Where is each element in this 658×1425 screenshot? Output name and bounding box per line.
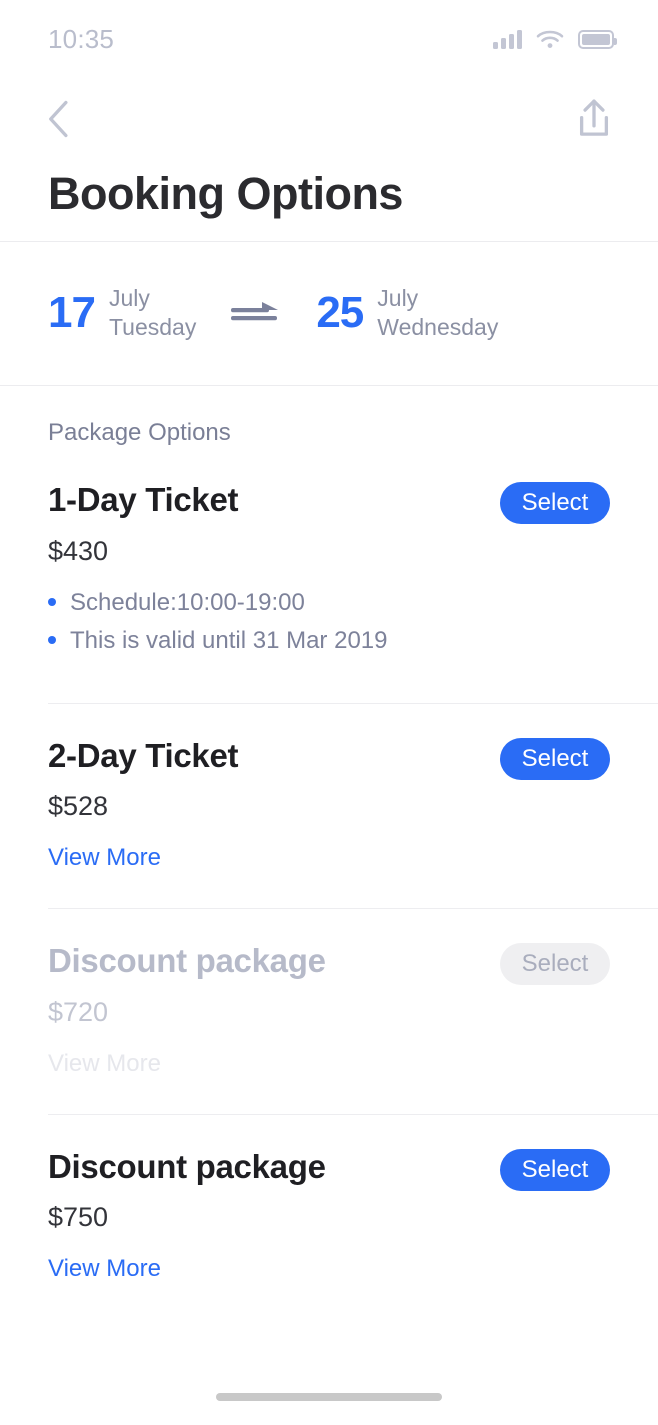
bullet-dot-icon: [48, 597, 56, 606]
select-button[interactable]: Select: [500, 482, 610, 524]
divider-under-dates: [0, 385, 658, 386]
package-list: 1-Day Ticket $430 Select Schedule:10:00-…: [0, 462, 658, 1283]
package-header: 2-Day Ticket $528 Select: [48, 736, 658, 823]
date-separator: [196, 300, 316, 326]
package-detail-bullet: This is valid until 31 Mar 2019: [48, 627, 658, 655]
status-bar: 10:35: [0, 0, 658, 78]
select-button[interactable]: Select: [500, 737, 610, 780]
package-title: 1-Day Ticket: [48, 481, 239, 518]
view-more-link[interactable]: View More: [48, 844, 161, 872]
package-options-label: Package Options: [48, 419, 231, 446]
package-detail-text: This is valid until 31 Mar 2019: [70, 626, 388, 654]
package-detail-text: Schedule:10:00-19:00: [70, 588, 305, 616]
package-header: Discount package $750 Select: [48, 1147, 658, 1234]
start-date-meta: July Tuesday: [109, 284, 196, 341]
package-details: Schedule:10:00-19:00 This is valid until…: [48, 589, 658, 655]
package-item[interactable]: 1-Day Ticket $430 Select Schedule:10:00-…: [0, 462, 658, 703]
bullet-dot-icon: [48, 635, 56, 644]
view-more-link[interactable]: View More: [48, 1255, 161, 1283]
package-price: $720: [48, 996, 109, 1027]
chevron-left-icon: [49, 100, 68, 138]
nav-bar: [0, 78, 658, 160]
package-header: Discount package $720 Select: [48, 941, 658, 1028]
view-more-link: View More: [48, 1049, 161, 1077]
package-price: $528: [48, 791, 109, 822]
arrow-right-icon: [231, 302, 279, 321]
status-icons: [493, 29, 617, 49]
package-detail-bullet: Schedule:10:00-19:00: [48, 589, 658, 617]
package-item[interactable]: Discount package $750 Select View More: [0, 1115, 658, 1284]
package-price: $430: [48, 535, 109, 566]
end-date-block[interactable]: 25 July Wednesday: [316, 284, 498, 341]
wifi-icon: [536, 30, 564, 48]
end-date-day: 25: [316, 288, 364, 337]
select-button: Select: [500, 943, 610, 986]
phone-screen: 10:35 Booking Options 17 July Tuesday 25…: [0, 0, 658, 1425]
status-time: 10:35: [48, 23, 115, 54]
end-date-weekday: Wednesday: [377, 314, 499, 340]
battery-icon: [578, 29, 617, 49]
package-header: 1-Day Ticket $430 Select: [48, 480, 658, 567]
package-title: Discount package: [48, 942, 326, 980]
package-price: $750: [48, 1202, 109, 1233]
share-button[interactable]: [574, 97, 614, 141]
end-date-meta: July Wednesday: [377, 284, 498, 341]
end-date-month: July: [377, 285, 419, 312]
back-button[interactable]: [40, 97, 78, 141]
start-date-day: 17: [48, 288, 96, 337]
start-date-month: July: [108, 285, 150, 312]
date-range-row[interactable]: 17 July Tuesday 25 July Wednesday: [0, 241, 658, 385]
select-button[interactable]: Select: [500, 1148, 610, 1191]
package-title: Discount package: [48, 1147, 326, 1185]
start-date-block[interactable]: 17 July Tuesday: [48, 284, 196, 341]
home-indicator-bar[interactable]: [216, 1393, 442, 1401]
package-item[interactable]: 2-Day Ticket $528 Select View More: [0, 704, 658, 909]
package-title: 2-Day Ticket: [48, 736, 239, 774]
page-title: Booking Options: [48, 168, 403, 219]
cellular-signal-icon: [493, 29, 522, 49]
share-upload-icon: [579, 99, 609, 136]
start-date-weekday: Tuesday: [108, 314, 197, 340]
package-item: Discount package $720 Select View More: [0, 909, 658, 1114]
